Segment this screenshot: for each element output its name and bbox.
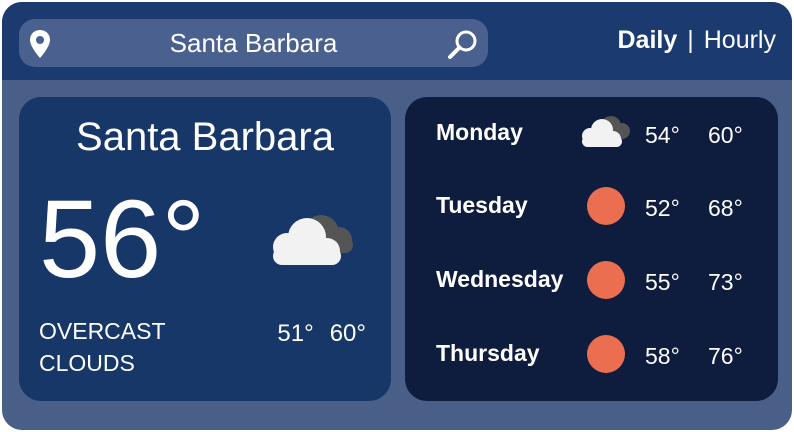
sun-icon [587, 261, 625, 299]
forecast-low: 54° [645, 122, 680, 148]
forecast-row-wednesday[interactable]: Wednesday 55° 73° [405, 260, 778, 300]
current-weather-panel: Santa Barbara 56° OVERCAST CLOUDS 51° 60… [19, 97, 391, 401]
current-high: 60° [329, 320, 366, 347]
condition-line-1: OVERCAST [39, 318, 166, 344]
overcast-cloud-icon [582, 116, 630, 147]
forecast-high: 68° [708, 195, 743, 221]
weather-widget: Santa Barbara Daily | Hourly Santa Barba… [2, 2, 792, 430]
forecast-high: 73° [708, 269, 743, 295]
current-low: 51° [277, 320, 314, 347]
sun-icon [587, 187, 625, 225]
view-toggle: Daily | Hourly [617, 26, 776, 55]
forecast-row-thursday[interactable]: Thursday 58° 76° [405, 334, 778, 374]
sun-icon [587, 335, 625, 373]
forecast-high: 60° [708, 122, 743, 148]
forecast-day: Monday [436, 119, 523, 145]
top-bar: Santa Barbara Daily | Hourly [2, 2, 792, 80]
daily-forecast-panel: Monday 54° 60° Tuesday 52° 68° Wednesday [405, 97, 778, 401]
condition-line-2: CLOUDS [39, 350, 135, 376]
city-name: Santa Barbara [76, 115, 334, 159]
search-bar[interactable]: Santa Barbara [19, 19, 488, 67]
forecast-low: 55° [645, 269, 680, 295]
search-icon[interactable] [447, 28, 479, 60]
forecast-day: Tuesday [436, 192, 528, 218]
overcast-cloud-icon [273, 215, 353, 265]
forecast-low: 58° [645, 343, 680, 369]
forecast-high: 76° [708, 343, 743, 369]
toggle-separator: | [687, 26, 694, 54]
hourly-tab[interactable]: Hourly [704, 26, 776, 55]
forecast-low: 52° [645, 195, 680, 221]
search-input[interactable]: Santa Barbara [19, 19, 488, 67]
condition-text: OVERCAST CLOUDS [39, 315, 219, 379]
forecast-row-monday[interactable]: Monday 54° 60° [405, 113, 778, 153]
current-low-high: 51° 60° [277, 320, 366, 348]
forecast-row-tuesday[interactable]: Tuesday 52° 68° [405, 186, 778, 226]
forecast-day: Thursday [436, 340, 540, 366]
forecast-day: Wednesday [436, 266, 564, 292]
daily-tab[interactable]: Daily [617, 26, 677, 55]
current-temperature: 56° [39, 178, 206, 301]
